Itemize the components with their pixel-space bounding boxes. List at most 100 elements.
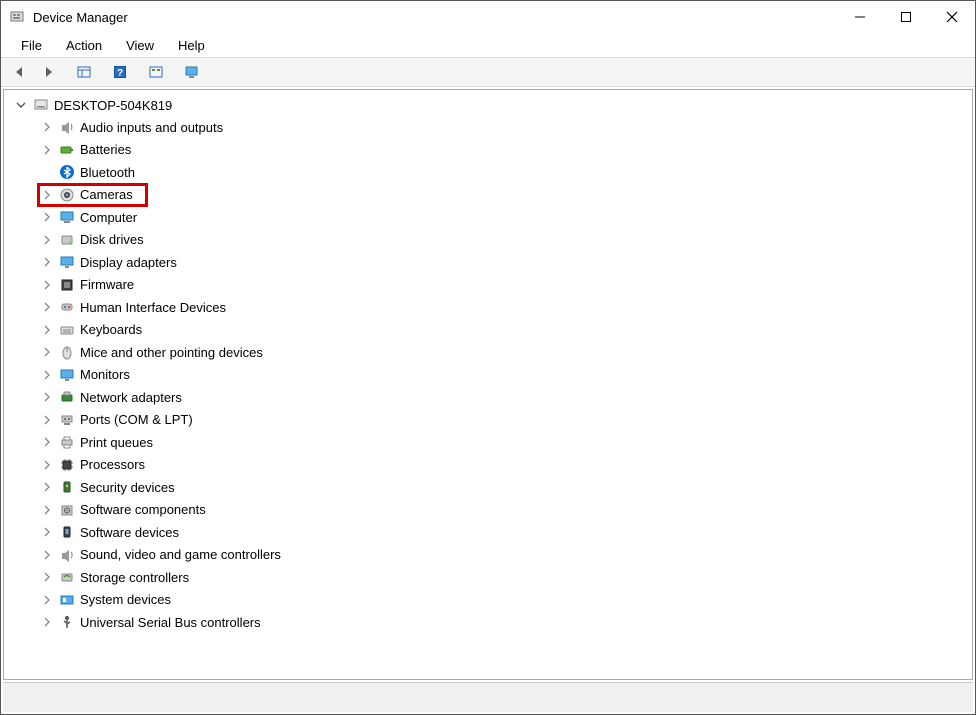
chevron-right-icon[interactable]	[40, 255, 54, 269]
tree-item-label: Cameras	[80, 187, 133, 202]
tree-item-label: Storage controllers	[80, 570, 189, 585]
chevron-right-icon[interactable]	[40, 458, 54, 472]
menu-file[interactable]: File	[11, 36, 52, 55]
chevron-right-icon[interactable]	[40, 323, 54, 337]
chevron-right-icon[interactable]	[40, 435, 54, 449]
keyboard-icon	[58, 321, 76, 339]
chevron-right-icon[interactable]	[40, 593, 54, 607]
chevron-right-icon[interactable]	[40, 345, 54, 359]
tree-root-label: DESKTOP-504K819	[54, 98, 172, 113]
tree-item-label: Security devices	[80, 480, 175, 495]
svg-text:?: ?	[117, 68, 123, 79]
tree-item-label: Batteries	[80, 142, 131, 157]
monitor-tool-button[interactable]	[179, 60, 205, 84]
storage-icon	[58, 568, 76, 586]
tree-item-label: Processors	[80, 457, 145, 472]
tree-item[interactable]: Sound, video and game controllers	[36, 544, 972, 567]
chevron-right-icon[interactable]	[40, 525, 54, 539]
minimize-button[interactable]	[837, 1, 883, 33]
chevron-right-icon[interactable]	[40, 120, 54, 134]
chevron-right-icon[interactable]	[40, 615, 54, 629]
disk-icon	[58, 231, 76, 249]
tree-item-label: Mice and other pointing devices	[80, 345, 263, 360]
chevron-right-icon[interactable]	[40, 233, 54, 247]
tree-root-row[interactable]: DESKTOP-504K819	[14, 94, 972, 116]
firmware-icon	[58, 276, 76, 294]
tree-item-label: Audio inputs and outputs	[80, 120, 223, 135]
usb-icon	[58, 613, 76, 631]
system-icon	[58, 591, 76, 609]
menu-view[interactable]: View	[116, 36, 164, 55]
tree-item-label: Ports (COM & LPT)	[80, 412, 193, 427]
chevron-right-icon[interactable]	[40, 503, 54, 517]
chevron-right-icon[interactable]	[40, 570, 54, 584]
chevron-right-icon[interactable]	[40, 390, 54, 404]
scan-hardware-button[interactable]	[143, 60, 169, 84]
forward-button[interactable]	[35, 60, 61, 84]
maximize-button[interactable]	[883, 1, 929, 33]
sound-icon	[58, 546, 76, 564]
titlebar: Device Manager	[1, 1, 975, 33]
tree-item[interactable]: Security devices	[36, 476, 972, 499]
chevron-right-icon[interactable]	[40, 300, 54, 314]
chevron-right-icon[interactable]	[40, 143, 54, 157]
tree-item[interactable]: Human Interface Devices	[36, 296, 972, 319]
tree-item[interactable]: Disk drives	[36, 229, 972, 252]
printer-icon	[58, 433, 76, 451]
tree-item[interactable]: Network adapters	[36, 386, 972, 409]
tree-item[interactable]: Audio inputs and outputs	[36, 116, 972, 139]
show-hide-tree-button[interactable]	[71, 60, 97, 84]
tree-item[interactable]: Universal Serial Bus controllers	[36, 611, 972, 634]
close-button[interactable]	[929, 1, 975, 33]
tree-item-label: Disk drives	[80, 232, 144, 247]
device-tree-panel: DESKTOP-504K819 Audio inputs and outputs…	[3, 89, 973, 680]
chevron-right-icon[interactable]	[40, 548, 54, 562]
swcomp-icon	[58, 501, 76, 519]
tree-item-label: Print queues	[80, 435, 153, 450]
chevron-right-icon[interactable]	[40, 165, 54, 179]
ports-icon	[58, 411, 76, 429]
tree-item[interactable]: Mice and other pointing devices	[36, 341, 972, 364]
back-button[interactable]	[7, 60, 33, 84]
tree-item[interactable]: Display adapters	[36, 251, 972, 274]
app-icon	[9, 9, 25, 25]
chevron-right-icon[interactable]	[40, 210, 54, 224]
tree-item[interactable]: Computer	[36, 206, 972, 229]
tree-item-label: Keyboards	[80, 322, 142, 337]
chevron-right-icon[interactable]	[40, 188, 54, 202]
tree-item-label: System devices	[80, 592, 171, 607]
tree-item[interactable]: Software components	[36, 499, 972, 522]
tree-item[interactable]: Firmware	[36, 274, 972, 297]
window-title: Device Manager	[33, 10, 128, 25]
menu-help[interactable]: Help	[168, 36, 215, 55]
tree-item[interactable]: Print queues	[36, 431, 972, 454]
security-icon	[58, 478, 76, 496]
mouse-icon	[58, 343, 76, 361]
chevron-down-icon[interactable]	[14, 98, 28, 112]
help-button[interactable]: ?	[107, 60, 133, 84]
chevron-right-icon[interactable]	[40, 278, 54, 292]
tree-item[interactable]: Storage controllers	[36, 566, 972, 589]
chevron-right-icon[interactable]	[40, 413, 54, 427]
chevron-right-icon[interactable]	[40, 368, 54, 382]
tree-item[interactable]: Ports (COM & LPT)	[36, 409, 972, 432]
processor-icon	[58, 456, 76, 474]
tree-item[interactable]: Processors	[36, 454, 972, 477]
tree-item[interactable]: Cameras	[36, 184, 972, 207]
camera-icon	[58, 186, 76, 204]
tree-item[interactable]: Batteries	[36, 139, 972, 162]
tree-item-label: Firmware	[80, 277, 134, 292]
tree-item[interactable]: Monitors	[36, 364, 972, 387]
tree-item-label: Software components	[80, 502, 206, 517]
tree-item[interactable]: Software devices	[36, 521, 972, 544]
hid-icon	[58, 298, 76, 316]
menu-action[interactable]: Action	[56, 36, 112, 55]
network-icon	[58, 388, 76, 406]
bluetooth-icon	[58, 163, 76, 181]
tree-item[interactable]: System devices	[36, 589, 972, 612]
tree-item[interactable]: Keyboards	[36, 319, 972, 342]
tree-item[interactable]: Bluetooth	[36, 161, 972, 184]
tree-item-label: Monitors	[80, 367, 130, 382]
chevron-right-icon[interactable]	[40, 480, 54, 494]
tree-item-label: Network adapters	[80, 390, 182, 405]
